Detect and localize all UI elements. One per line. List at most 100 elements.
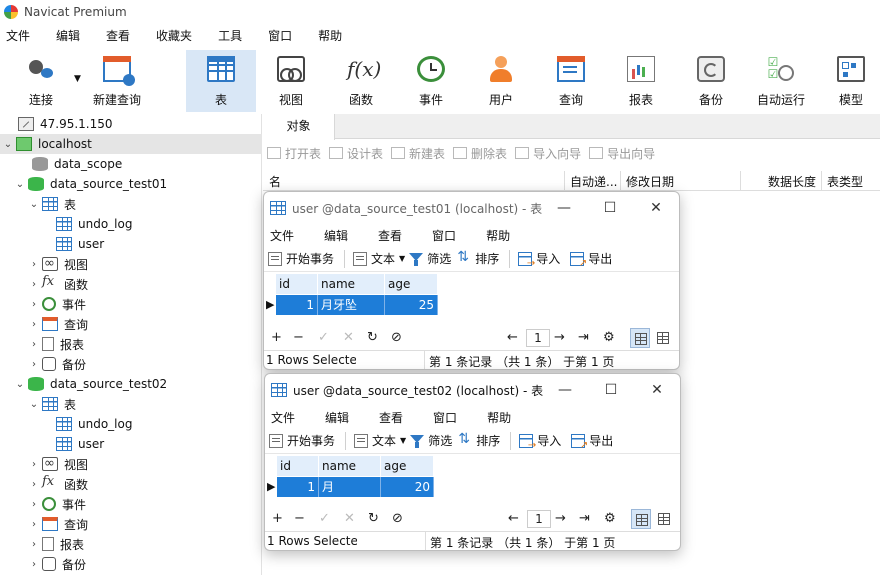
menu-edit[interactable]: 编辑 xyxy=(325,409,349,426)
page-number-input[interactable]: 1 xyxy=(527,510,551,528)
toolbar-event-button[interactable]: 事件 xyxy=(396,50,466,112)
toolbar-model-button[interactable]: 模型 xyxy=(816,50,880,112)
tree-db-test02[interactable]: ⌄ data_source_test02 xyxy=(14,374,167,394)
tree-table-user-2[interactable]: user xyxy=(54,434,104,454)
export-button[interactable]: 导出 xyxy=(571,432,613,451)
stop-button[interactable]: ⊘ xyxy=(392,511,403,526)
export-wizard-button[interactable]: 导出向导 xyxy=(589,145,655,162)
import-button[interactable]: 导入 xyxy=(518,250,560,269)
grid-header-name[interactable]: name xyxy=(319,456,381,476)
add-record-button[interactable]: + xyxy=(271,330,282,345)
discard-button[interactable]: ✕ xyxy=(344,511,355,526)
toolbar-user-button[interactable]: 用户 xyxy=(466,50,536,112)
prev-page-button[interactable]: ← xyxy=(507,330,518,345)
menu-favorites[interactable]: 收藏夹 xyxy=(149,26,199,46)
tree-table-undo-log[interactable]: undo_log xyxy=(54,214,132,234)
column-modified-date[interactable]: 修改日期 xyxy=(626,173,674,190)
menu-view[interactable]: 查看 xyxy=(99,26,137,46)
last-page-button[interactable]: ⇥ xyxy=(579,511,590,526)
menu-window[interactable]: 窗口 xyxy=(261,26,299,46)
menu-view[interactable]: 查看 xyxy=(378,227,402,244)
menu-file[interactable]: 文件 xyxy=(271,409,295,426)
tree-views-group[interactable]: › 视图 xyxy=(28,254,88,274)
discard-button[interactable]: ✕ xyxy=(343,330,354,345)
column-name[interactable]: 名 xyxy=(269,173,281,190)
form-view-button[interactable] xyxy=(653,328,673,348)
tree-views-group-2[interactable]: › 视图 xyxy=(28,454,88,474)
tree-connection-remote[interactable]: 47.95.1.150 xyxy=(4,114,113,134)
tree-db-data-scope[interactable]: data_scope xyxy=(18,154,122,174)
menu-window[interactable]: 窗口 xyxy=(432,227,456,244)
close-button[interactable]: ✕ xyxy=(633,192,679,224)
page-number-input[interactable]: 1 xyxy=(526,329,550,347)
grid-header-age[interactable]: age xyxy=(381,456,434,476)
chevron-down-icon[interactable]: ⌄ xyxy=(14,379,26,390)
table-window-test01[interactable]: user @data_source_test01 (localhost) - 表… xyxy=(263,191,680,370)
minimize-button[interactable]: — xyxy=(542,374,588,406)
filter-button[interactable]: 筛选 xyxy=(409,250,451,267)
grid-cell-name[interactable]: 月牙坠 xyxy=(318,295,385,315)
menu-view[interactable]: 查看 xyxy=(379,409,403,426)
form-view-button[interactable] xyxy=(654,509,674,529)
window-titlebar[interactable]: user @data_source_test01 (localhost) - 表… xyxy=(264,192,679,224)
tree-queries-group-2[interactable]: › 查询 xyxy=(28,514,88,534)
maximize-button[interactable]: ☐ xyxy=(587,192,633,224)
tree-tables-group-2[interactable]: ⌄ 表 xyxy=(28,394,76,414)
grid-header-name[interactable]: name xyxy=(318,274,385,294)
table-window-test02[interactable]: user @data_source_test02 (localhost) - 表… xyxy=(264,373,681,551)
column-data-length[interactable]: 数据长度 xyxy=(768,173,816,190)
chevron-down-icon[interactable]: ⌄ xyxy=(2,139,14,150)
maximize-button[interactable]: ☐ xyxy=(588,374,634,406)
toolbar-view-button[interactable]: 视图 xyxy=(256,50,326,112)
tree-reports-group[interactable]: › 报表 xyxy=(28,334,84,354)
tree-reports-group-2[interactable]: › 报表 xyxy=(28,534,84,554)
chevron-down-icon[interactable]: ⌄ xyxy=(14,179,26,190)
delete-record-button[interactable]: − xyxy=(294,511,305,526)
grid-view-button[interactable] xyxy=(630,328,650,348)
menu-window[interactable]: 窗口 xyxy=(433,409,457,426)
grid-cell-age[interactable]: 20 xyxy=(381,477,434,497)
tree-tables-group[interactable]: ⌄ 表 xyxy=(28,194,76,214)
design-table-button[interactable]: 设计表 xyxy=(329,145,383,162)
tree-backups-group[interactable]: › 备份 xyxy=(28,354,86,374)
chevron-right-icon[interactable]: › xyxy=(28,299,40,310)
menu-edit[interactable]: 编辑 xyxy=(324,227,348,244)
toolbar-query-button[interactable]: 查询 xyxy=(536,50,606,112)
toolbar-report-button[interactable]: 报表 xyxy=(606,50,676,112)
chevron-down-icon[interactable]: ⌄ xyxy=(28,199,40,210)
grid-view-button[interactable] xyxy=(631,509,651,529)
import-button[interactable]: 导入 xyxy=(519,432,561,451)
tree-functions-group[interactable]: › 函数 xyxy=(28,274,88,294)
settings-gear-icon[interactable]: ⚙ xyxy=(604,511,616,526)
tree-table-user[interactable]: user xyxy=(54,234,104,254)
tree-events-group-2[interactable]: › 事件 xyxy=(28,494,86,514)
tree-connection-localhost[interactable]: ⌄ localhost xyxy=(0,134,262,154)
tree-table-undo-log-2[interactable]: undo_log xyxy=(54,414,132,434)
chevron-right-icon[interactable]: › xyxy=(28,499,40,510)
chevron-right-icon[interactable]: › xyxy=(28,279,40,290)
toolbar-connect-button[interactable]: ▼ 连接 xyxy=(6,50,81,112)
new-table-button[interactable]: 新建表 xyxy=(391,145,445,162)
close-button[interactable]: ✕ xyxy=(634,374,680,406)
tree-events-group[interactable]: › 事件 xyxy=(28,294,86,314)
sort-button[interactable]: 排序 xyxy=(457,249,499,267)
toolbar-automation-button[interactable]: 自动运行 xyxy=(746,50,816,112)
import-wizard-button[interactable]: 导入向导 xyxy=(515,145,581,162)
refresh-button[interactable]: ↻ xyxy=(368,511,379,526)
grid-cell-id[interactable]: 1 xyxy=(276,295,318,315)
tree-queries-group[interactable]: › 查询 xyxy=(28,314,88,334)
window-titlebar[interactable]: user @data_source_test02 (localhost) - 表… xyxy=(265,374,680,406)
menu-help[interactable]: 帮助 xyxy=(487,409,511,426)
grid-cell-name[interactable]: 月 xyxy=(319,477,381,497)
menu-help[interactable]: 帮助 xyxy=(486,227,510,244)
chevron-down-icon[interactable]: ▼ xyxy=(74,74,81,84)
text-view-button[interactable]: 文本 ▼ xyxy=(354,432,406,449)
column-table-type[interactable]: 表类型 xyxy=(827,173,863,190)
prev-page-button[interactable]: ← xyxy=(508,511,519,526)
toolbar-function-button[interactable]: f(x) 函数 xyxy=(326,50,396,112)
chevron-right-icon[interactable]: › xyxy=(28,479,40,490)
export-button[interactable]: 导出 xyxy=(570,250,612,269)
toolbar-backup-button[interactable]: 备份 xyxy=(676,50,746,112)
chevron-right-icon[interactable]: › xyxy=(28,459,40,470)
begin-transaction-button[interactable]: 开始事务 xyxy=(269,432,335,449)
